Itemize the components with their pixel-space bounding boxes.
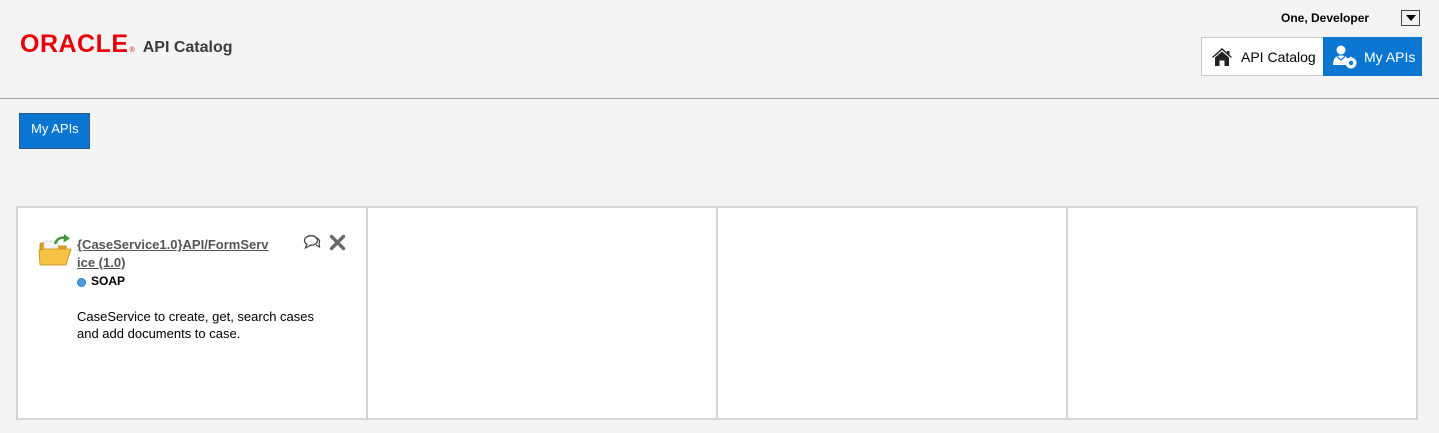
nav-api-catalog-label: API Catalog xyxy=(1241,48,1316,65)
chevron-down-icon xyxy=(1405,15,1416,21)
empty-grid-cell xyxy=(718,208,1068,418)
api-title-line2: ice (1.0) xyxy=(77,255,126,270)
user-api-icon xyxy=(1333,45,1357,68)
brand-registered-mark: ® xyxy=(129,47,135,54)
api-title-line1: {CaseService1.0}API/FormServ xyxy=(77,237,269,252)
empty-grid-cell xyxy=(368,208,718,418)
user-name: One, Developer xyxy=(1281,11,1370,25)
tab-my-apis[interactable]: My APIs xyxy=(19,113,90,149)
api-grid: {CaseService1.0}API/FormServ ice (1.0) S… xyxy=(16,206,1418,420)
nav-my-apis-button[interactable]: My APIs xyxy=(1323,37,1422,76)
user-menu-dropdown-button[interactable] xyxy=(1401,10,1420,26)
product-name: API Catalog xyxy=(142,39,233,56)
nav-my-apis-label: My APIs xyxy=(1364,48,1416,65)
api-title-link[interactable]: {CaseService1.0}API/FormServ ice (1.0) xyxy=(77,236,299,272)
app-header: ORACLE ® API Catalog One, Developer API … xyxy=(0,0,1439,99)
comment-icon[interactable] xyxy=(303,234,321,250)
api-folder-icon xyxy=(38,234,72,266)
api-card: {CaseService1.0}API/FormServ ice (1.0) S… xyxy=(18,208,368,418)
oracle-logo: ORACLE ® API Catalog xyxy=(20,30,233,58)
nav-api-catalog-button[interactable]: API Catalog xyxy=(1201,37,1324,76)
close-icon[interactable] xyxy=(329,234,346,251)
api-description: CaseService to create, get, search cases… xyxy=(77,309,315,341)
api-status-dot xyxy=(77,278,86,287)
home-icon xyxy=(1211,47,1233,66)
brand-name: ORACLE xyxy=(20,30,129,58)
empty-grid-cell xyxy=(1068,208,1416,418)
api-type-label: SOAP xyxy=(91,274,126,288)
